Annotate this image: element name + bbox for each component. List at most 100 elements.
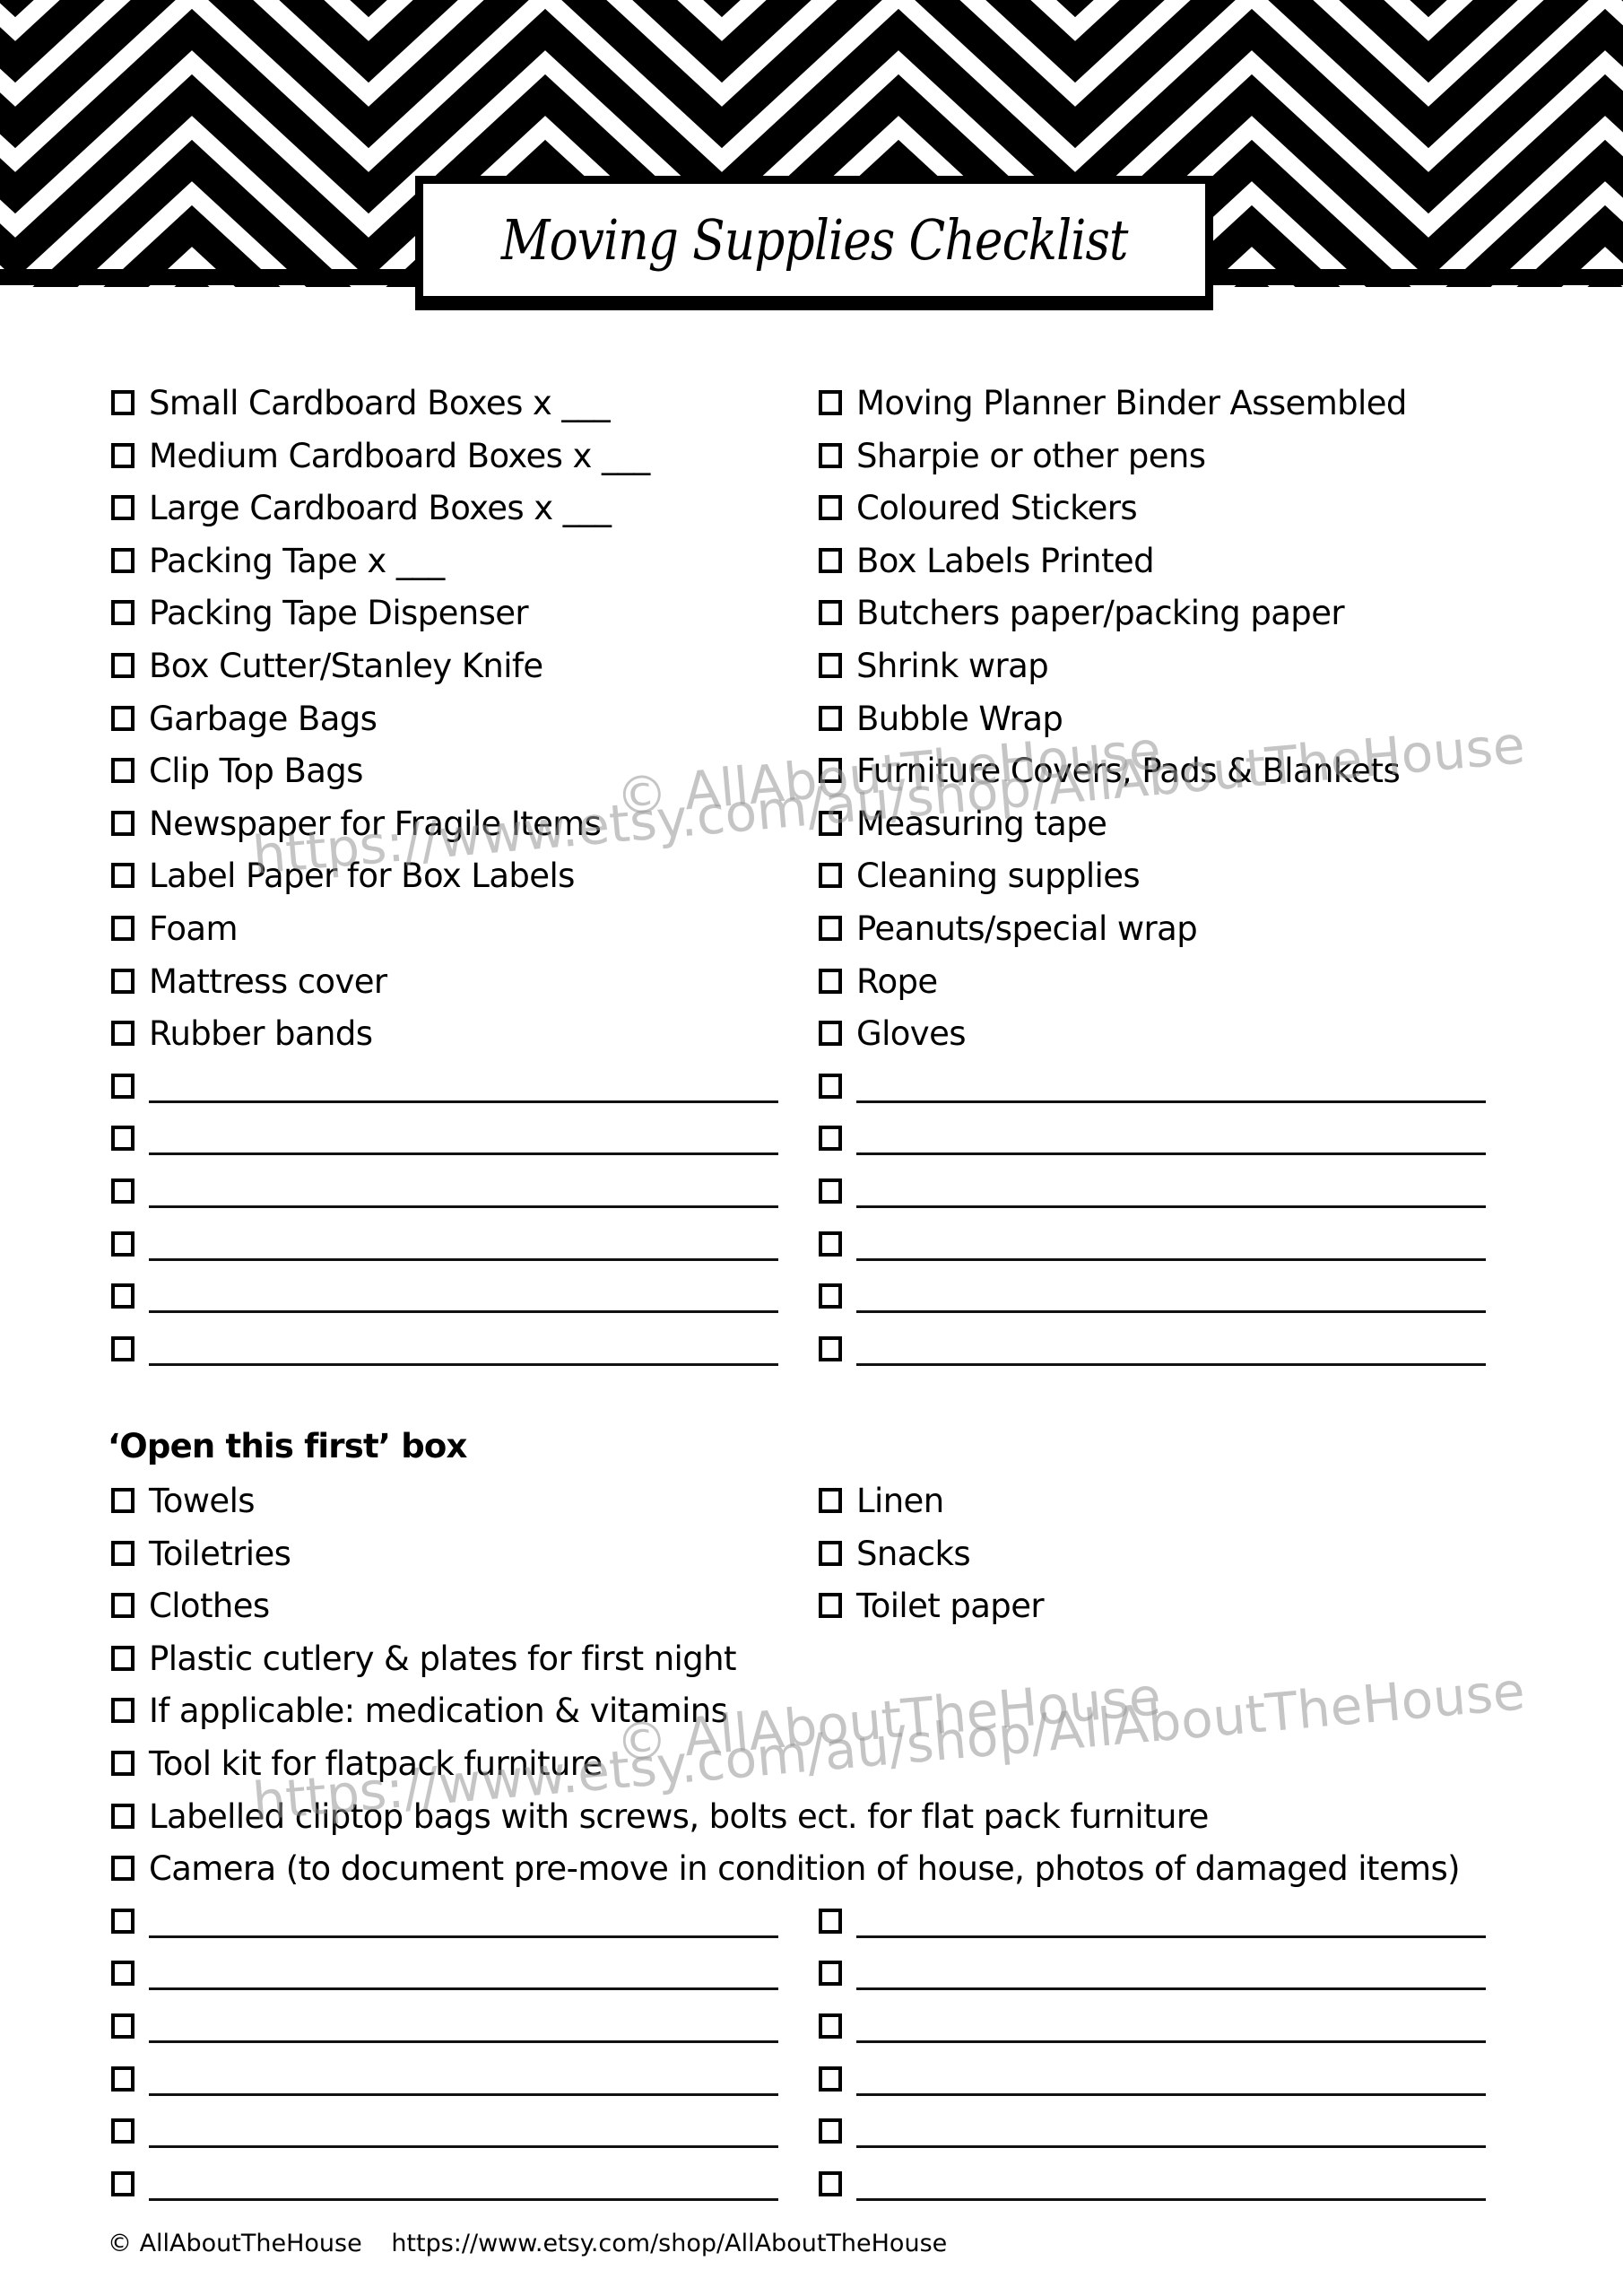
checkbox[interactable] [819, 969, 842, 994]
checkbox[interactable] [111, 1126, 135, 1151]
write-in-line[interactable] [149, 1100, 778, 1103]
write-in-line[interactable] [856, 2198, 1486, 2201]
write-in-line[interactable] [856, 1100, 1486, 1103]
checkbox[interactable] [111, 653, 135, 678]
write-in-line[interactable] [856, 1363, 1486, 1366]
item-label: Moving Planner Binder Assembled [856, 383, 1407, 422]
checkbox[interactable] [819, 548, 842, 573]
write-in-line[interactable] [856, 2040, 1486, 2043]
checkbox[interactable] [819, 758, 842, 783]
item-label: Linen [856, 1481, 944, 1520]
checkbox[interactable] [819, 1283, 842, 1309]
checkbox[interactable] [111, 1488, 135, 1513]
checkbox[interactable] [111, 2066, 135, 2092]
checkbox[interactable] [111, 1856, 135, 1881]
checkbox[interactable] [111, 1751, 135, 1776]
checkbox[interactable] [111, 2013, 135, 2039]
footer-copyright: © AllAboutTheHouse [108, 2230, 362, 2257]
checkbox[interactable] [819, 1961, 842, 1986]
write-in-line[interactable] [856, 2093, 1486, 2096]
item-label: Mattress cover [149, 961, 387, 1001]
checkbox[interactable] [819, 2066, 842, 2092]
checkbox[interactable] [819, 2171, 842, 2196]
checkbox[interactable] [819, 1231, 842, 1257]
checkbox[interactable] [819, 443, 842, 468]
checklist-item: Butchers paper/packing paper [819, 590, 1345, 635]
write-in-line[interactable] [856, 1205, 1486, 1208]
checklist-item: Mattress cover [111, 959, 387, 1004]
write-in-line[interactable] [149, 1363, 778, 1366]
checkbox[interactable] [111, 1541, 135, 1566]
checkbox[interactable] [819, 706, 842, 731]
checkbox[interactable] [819, 916, 842, 941]
checkbox[interactable] [111, 548, 135, 573]
checkbox[interactable] [819, 1593, 842, 1618]
checkbox[interactable] [819, 1336, 842, 1361]
checkbox[interactable] [111, 758, 135, 783]
blank-checklist-item [111, 1951, 778, 1996]
checkbox[interactable] [111, 916, 135, 941]
checkbox[interactable] [111, 811, 135, 836]
footer-url[interactable]: https://www.etsy.com/shop/AllAboutTheHou… [391, 2230, 947, 2257]
checkbox[interactable] [819, 1488, 842, 1513]
checklist-item: Tool kit for flatpack furniture [111, 1741, 603, 1786]
write-in-line[interactable] [856, 2145, 1486, 2148]
checkbox[interactable] [111, 1804, 135, 1829]
item-label: Bubble Wrap [856, 699, 1063, 738]
checkbox[interactable] [819, 2013, 842, 2039]
item-label: Foam [149, 909, 239, 948]
item-label: Butchers paper/packing paper [856, 593, 1345, 632]
checkbox[interactable] [819, 1541, 842, 1566]
checkbox[interactable] [111, 863, 135, 888]
checkbox[interactable] [819, 863, 842, 888]
checkbox[interactable] [111, 706, 135, 731]
write-in-line[interactable] [149, 2198, 778, 2201]
write-in-line[interactable] [149, 1310, 778, 1313]
checkbox[interactable] [111, 1231, 135, 1257]
checkbox[interactable] [819, 2118, 842, 2144]
write-in-line[interactable] [149, 1935, 778, 1938]
write-in-line[interactable] [149, 1152, 778, 1155]
checkbox[interactable] [819, 600, 842, 625]
checkbox[interactable] [111, 1074, 135, 1099]
checkbox[interactable] [111, 2118, 135, 2144]
checkbox[interactable] [111, 1961, 135, 1986]
write-in-line[interactable] [149, 1987, 778, 1990]
write-in-line[interactable] [149, 2145, 778, 2148]
checkbox[interactable] [111, 443, 135, 468]
checkbox[interactable] [111, 495, 135, 520]
write-in-line[interactable] [856, 1935, 1486, 1938]
checkbox[interactable] [111, 1021, 135, 1046]
checkbox[interactable] [819, 495, 842, 520]
checkbox[interactable] [111, 1909, 135, 1934]
section-heading: ‘Open this first’ box [108, 1427, 467, 1465]
write-in-line[interactable] [856, 1310, 1486, 1313]
write-in-line[interactable] [856, 1152, 1486, 1155]
checkbox[interactable] [111, 1336, 135, 1361]
checkbox[interactable] [111, 1646, 135, 1671]
checklist-item: Snacks [819, 1531, 971, 1576]
write-in-line[interactable] [149, 1258, 778, 1261]
checkbox[interactable] [111, 390, 135, 415]
checkbox[interactable] [819, 1074, 842, 1099]
checkbox[interactable] [111, 2171, 135, 2196]
write-in-line[interactable] [149, 2040, 778, 2043]
checkbox[interactable] [819, 1178, 842, 1204]
checkbox[interactable] [111, 1283, 135, 1309]
checkbox[interactable] [819, 1021, 842, 1046]
checkbox[interactable] [819, 1126, 842, 1151]
checkbox[interactable] [819, 811, 842, 836]
checkbox[interactable] [111, 1178, 135, 1204]
write-in-line[interactable] [149, 2093, 778, 2096]
write-in-line[interactable] [856, 1987, 1486, 1990]
checkbox[interactable] [819, 1909, 842, 1934]
checkbox[interactable] [819, 390, 842, 415]
checkbox[interactable] [111, 969, 135, 994]
checkbox[interactable] [111, 1698, 135, 1723]
checkbox[interactable] [111, 600, 135, 625]
checklist-item: Toilet paper [819, 1583, 1045, 1628]
checkbox[interactable] [111, 1593, 135, 1618]
write-in-line[interactable] [856, 1258, 1486, 1261]
checkbox[interactable] [819, 653, 842, 678]
write-in-line[interactable] [149, 1205, 778, 1208]
